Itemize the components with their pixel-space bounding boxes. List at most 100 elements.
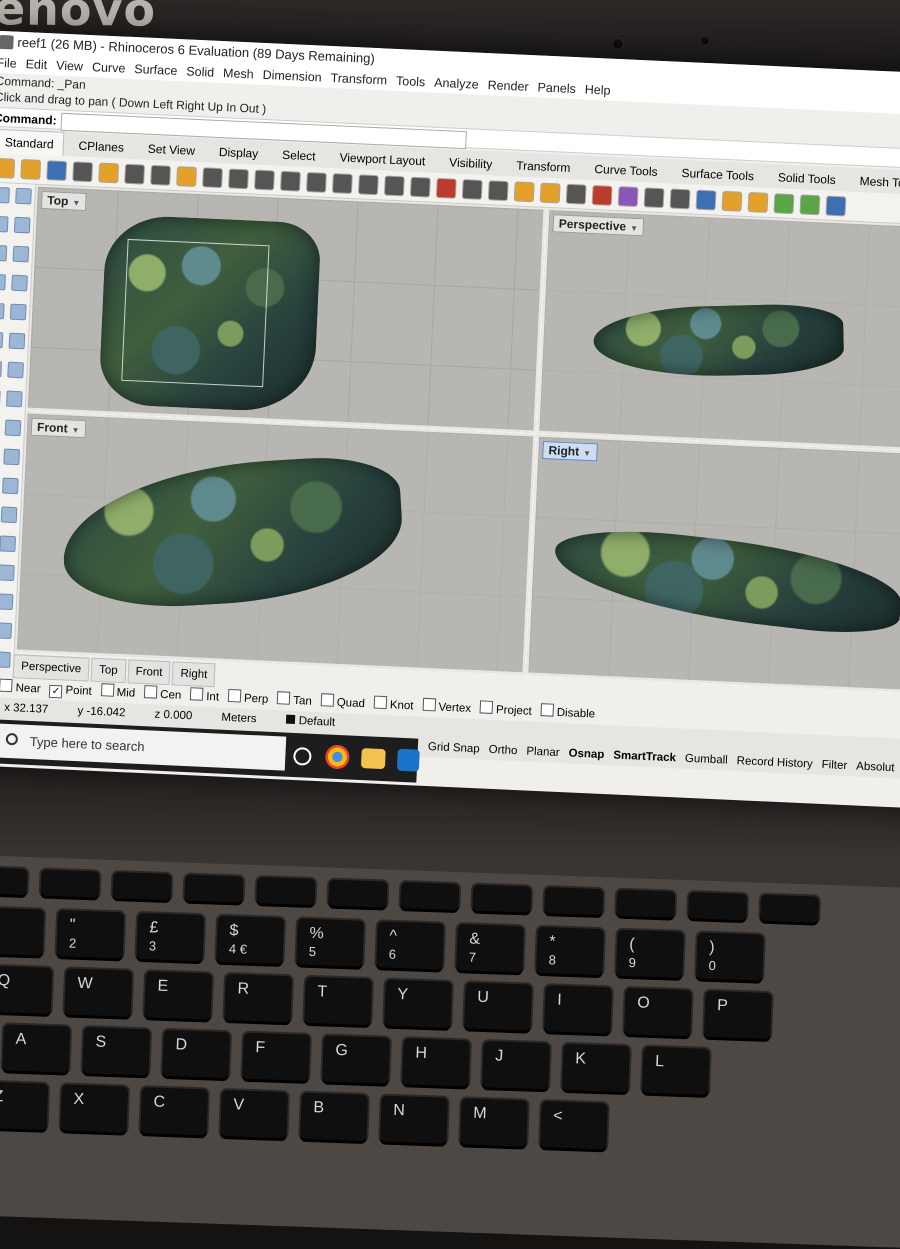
menu-tools[interactable]: Tools: [396, 74, 426, 89]
keyboard-key[interactable]: M: [460, 1098, 528, 1147]
outlook-icon[interactable]: [396, 748, 420, 772]
keyboard-key[interactable]: % 5: [296, 918, 364, 967]
osnap-vertex[interactable]: Vertex: [422, 697, 471, 719]
keyboard-key[interactable]: N: [380, 1095, 448, 1144]
function-key[interactable]: [544, 887, 604, 916]
tool-palette-icon[interactable]: [0, 360, 2, 378]
tool-palette-icon[interactable]: [12, 245, 30, 263]
tool-palette-icon[interactable]: [0, 215, 9, 233]
layers-icon[interactable]: [513, 181, 535, 203]
keyboard-key[interactable]: Z: [0, 1081, 49, 1130]
grid-icon[interactable]: [461, 179, 483, 200]
leaf-icon[interactable]: [799, 194, 821, 216]
toggle-planar[interactable]: Planar: [526, 742, 560, 763]
keyboard-key[interactable]: B: [300, 1092, 368, 1142]
toggle-ortho[interactable]: Ortho: [488, 740, 518, 761]
cut-icon[interactable]: [124, 163, 146, 185]
toggle-gumball[interactable]: Gumball: [684, 749, 728, 771]
function-key[interactable]: [184, 874, 244, 903]
viewport-top[interactable]: Top ▼: [25, 184, 546, 433]
toggle-grid-snap[interactable]: Grid Snap: [427, 737, 480, 759]
menu-dimension[interactable]: Dimension: [262, 68, 322, 85]
osnap-quad[interactable]: Quad: [320, 692, 365, 714]
tool-palette-icon[interactable]: [0, 186, 10, 204]
function-key[interactable]: [328, 879, 388, 908]
osnap-checkbox[interactable]: [320, 693, 335, 707]
menu-panels[interactable]: Panels: [537, 80, 576, 96]
function-key[interactable]: [472, 884, 532, 913]
tool-palette-icon[interactable]: [0, 244, 8, 262]
keyboard-key[interactable]: O: [624, 987, 692, 1037]
osnap-cen[interactable]: Cen: [144, 684, 182, 706]
tool-palette-icon[interactable]: [0, 302, 5, 320]
tool-palette-icon[interactable]: [0, 593, 14, 611]
viewport-right[interactable]: Right ▼: [526, 434, 900, 694]
units-label[interactable]: Meters: [221, 708, 257, 730]
osnap-checkbox[interactable]: [144, 685, 158, 699]
keyboard-key[interactable]: L: [642, 1046, 710, 1095]
osnap-checkbox[interactable]: [422, 697, 436, 712]
zoom-selected-icon[interactable]: [357, 174, 379, 196]
viewport-label-front[interactable]: Front ▼: [30, 417, 86, 439]
tool-palette-icon[interactable]: [0, 622, 13, 640]
tool-palette-icon[interactable]: [0, 535, 17, 553]
rotate-view-icon[interactable]: [383, 175, 405, 197]
keyboard-key[interactable]: E: [144, 971, 213, 1020]
osnap-knot[interactable]: Knot: [373, 695, 414, 717]
menu-curve[interactable]: Curve: [92, 60, 126, 75]
bulb-icon[interactable]: [539, 182, 561, 204]
sun-icon[interactable]: [721, 190, 743, 212]
function-key[interactable]: [40, 869, 100, 898]
keyboard-key[interactable]: G: [322, 1035, 390, 1084]
sphere-render-icon[interactable]: [643, 187, 665, 209]
menu-analyze[interactable]: Analyze: [434, 76, 479, 92]
viewport-label-top[interactable]: Top ▼: [40, 190, 87, 211]
tool-palette-icon[interactable]: [5, 390, 23, 408]
tool-palette-icon[interactable]: [0, 389, 1, 407]
keyboard-key[interactable]: R: [224, 974, 292, 1023]
toggle-osnap[interactable]: Osnap: [568, 743, 605, 765]
keyboard-key[interactable]: & 7: [456, 924, 524, 973]
osnap-checkbox[interactable]: [227, 688, 242, 703]
osnap-mid[interactable]: Mid: [100, 682, 135, 704]
open-file-icon[interactable]: [20, 159, 42, 180]
keyboard-key[interactable]: " 2: [56, 910, 125, 959]
tool-palette-icon[interactable]: [4, 419, 22, 437]
import-icon[interactable]: [98, 162, 120, 184]
gear-icon[interactable]: [747, 192, 769, 213]
zoom-window-icon[interactable]: [305, 171, 327, 193]
keyboard-key[interactable]: H: [402, 1038, 470, 1087]
viewport-tab-right[interactable]: Right: [171, 661, 216, 688]
keyboard-key[interactable]: Y: [384, 979, 452, 1028]
viewport-layout-icon[interactable]: [409, 176, 431, 198]
viewport-tab-front[interactable]: Front: [127, 659, 172, 686]
zoom-icon[interactable]: [280, 170, 301, 192]
function-key[interactable]: [760, 894, 820, 923]
tool-palette-icon[interactable]: [0, 331, 4, 349]
tool-palette-icon[interactable]: [11, 274, 28, 292]
function-key[interactable]: [400, 882, 460, 911]
pan-icon[interactable]: [254, 169, 275, 191]
material-icon[interactable]: [591, 184, 613, 206]
keyboard-key[interactable]: Q: [0, 965, 53, 1014]
osnap-checkbox[interactable]: [0, 678, 14, 693]
menu-mesh[interactable]: Mesh: [223, 66, 254, 81]
save-icon[interactable]: [46, 160, 68, 182]
tool-palette-icon[interactable]: [0, 651, 11, 669]
tool-palette-icon[interactable]: [8, 332, 26, 350]
viewport-tab-top[interactable]: Top: [90, 657, 127, 684]
keyboard-key[interactable]: * 8: [536, 926, 604, 976]
keyboard-key[interactable]: K: [562, 1043, 630, 1093]
keyboard-key[interactable]: J: [482, 1041, 550, 1090]
tool-palette-icon[interactable]: [9, 303, 27, 321]
print-icon[interactable]: [72, 161, 94, 183]
viewport-tab-perspective[interactable]: Perspective: [12, 654, 90, 682]
help-icon[interactable]: [825, 195, 847, 217]
tool-palette-icon[interactable]: [13, 216, 31, 234]
menu-solid[interactable]: Solid: [186, 64, 214, 79]
keyboard-key[interactable]: £3: [136, 912, 205, 962]
tools-icon[interactable]: [773, 193, 795, 215]
osnap-int[interactable]: Int: [190, 686, 220, 707]
new-file-icon[interactable]: [0, 157, 16, 179]
file-explorer-icon[interactable]: [360, 748, 386, 770]
